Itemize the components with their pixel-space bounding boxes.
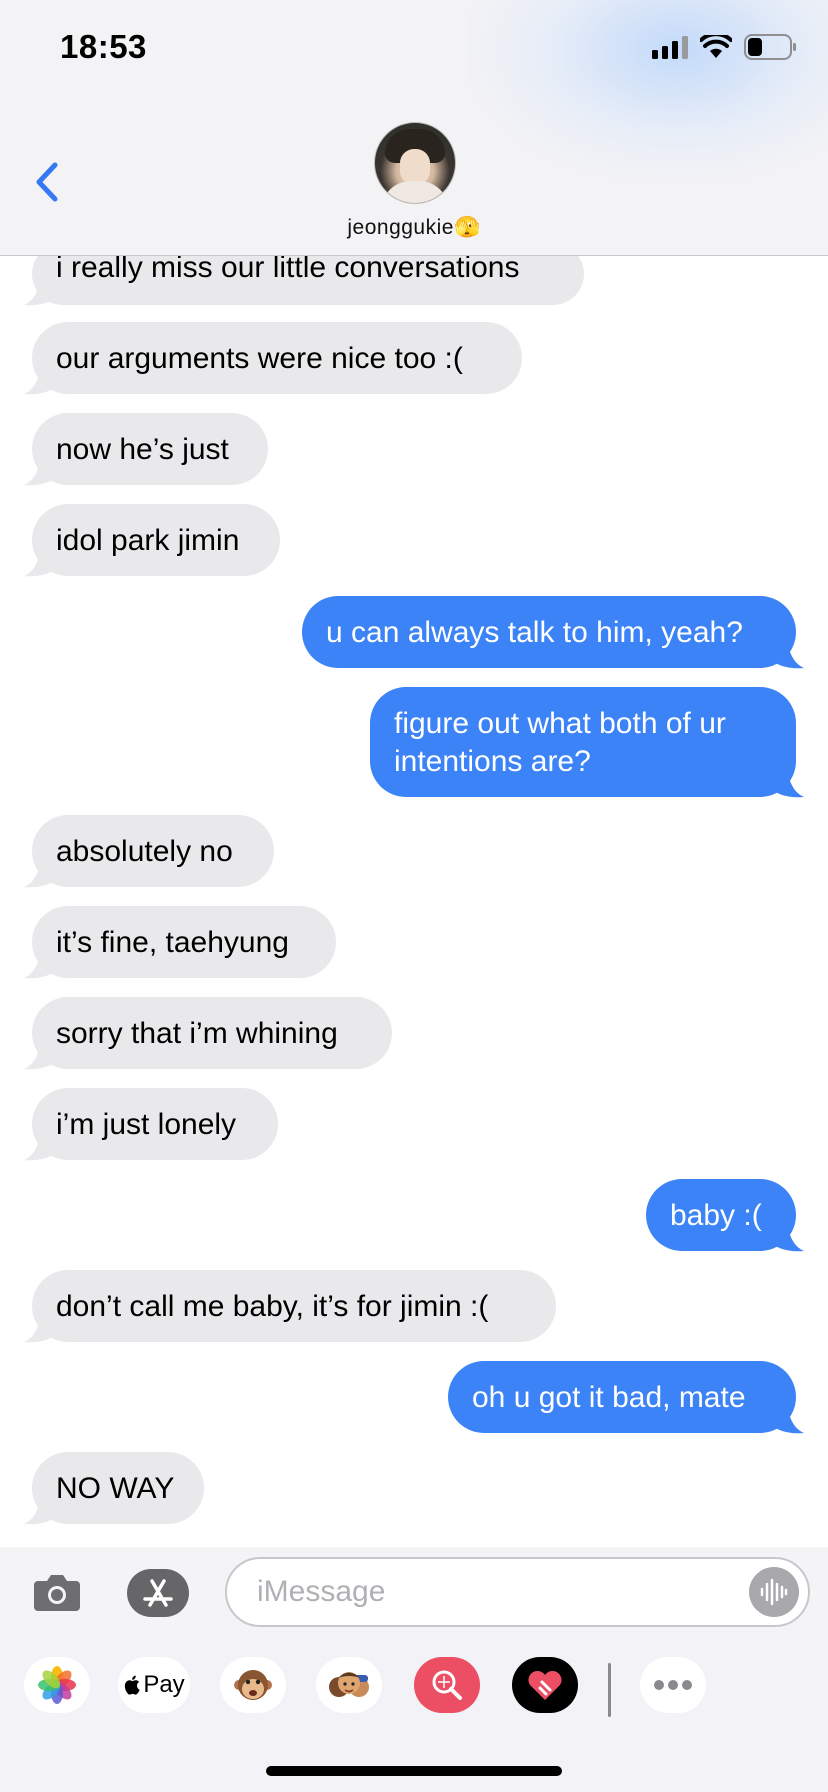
wifi-icon <box>700 35 732 58</box>
digital-touch-button[interactable] <box>512 1657 578 1713</box>
chevron-left-icon <box>36 162 58 202</box>
memoji-button[interactable] <box>316 1657 382 1713</box>
status-time: 18:53 <box>60 28 147 65</box>
app-store-icon <box>143 1579 173 1607</box>
message-input[interactable]: iMessage <box>225 1557 810 1627</box>
input-area: iMessage Pay <box>0 1547 828 1792</box>
animoji-button[interactable] <box>220 1657 286 1713</box>
image-search-button[interactable] <box>414 1657 480 1713</box>
more-icon <box>654 1680 692 1690</box>
battery-icon <box>744 34 796 60</box>
contact-name[interactable]: jeonggukie🫣 <box>0 216 828 240</box>
photos-icon <box>38 1666 76 1704</box>
image-search-icon <box>432 1670 462 1700</box>
back-button[interactable] <box>30 158 70 208</box>
camera-icon <box>34 1575 80 1611</box>
photos-app-button[interactable] <box>24 1657 90 1713</box>
apple-pay-button[interactable]: Pay <box>118 1657 190 1713</box>
waveform-icon <box>760 1578 788 1606</box>
apple-logo-icon <box>125 1675 141 1695</box>
drawer-separator <box>608 1663 611 1717</box>
app-store-button[interactable] <box>127 1569 189 1617</box>
home-indicator[interactable] <box>266 1766 562 1776</box>
status-icons <box>652 34 798 60</box>
memoji-icon <box>329 1672 369 1697</box>
contact-avatar[interactable] <box>374 122 456 204</box>
camera-button[interactable] <box>32 1573 82 1618</box>
audio-record-button[interactable] <box>749 1567 799 1617</box>
apple-pay-label: Pay <box>143 1671 185 1698</box>
cellular-signal-icon <box>652 35 688 59</box>
message-input-placeholder: iMessage <box>257 1575 386 1608</box>
conversation-header: 18:53 jeonggukie🫣 <box>0 0 828 256</box>
digital-touch-icon <box>528 1670 562 1700</box>
header-glow <box>468 0 828 180</box>
monkey-icon <box>234 1670 272 1700</box>
app-drawer: Pay <box>0 1657 828 1727</box>
more-apps-button[interactable] <box>640 1657 706 1713</box>
